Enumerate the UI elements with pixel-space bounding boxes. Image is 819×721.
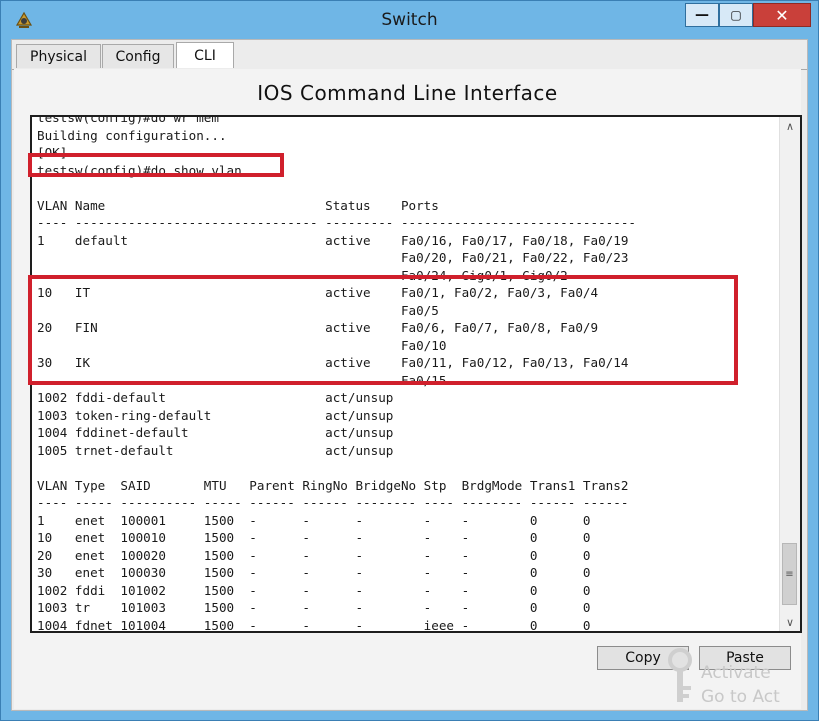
terminal-line: 30 IK active Fa0/11, Fa0/12, Fa0/13, Fa0… xyxy=(37,355,629,370)
activation-watermark: Activate Go to Act xyxy=(701,661,780,709)
terminal-line: 1005 trnet-default act/unsup xyxy=(37,442,394,458)
terminal-line: 1003 tr 101003 1500 - - - - - 0 0 xyxy=(37,600,591,615)
terminal-line: [OK] xyxy=(37,145,68,160)
terminal-line: Building configuration... xyxy=(37,127,227,143)
terminal-line: VLAN Name Status Ports xyxy=(37,197,439,213)
terminal-line: 20 FIN active Fa0/6, Fa0/7, Fa0/8, Fa0/9 xyxy=(37,320,599,335)
terminal-line: 10 IT active Fa0/1, Fa0/2, Fa0/3, Fa0/4 xyxy=(37,285,599,300)
terminal-console[interactable]: testsw(config)#do wr mem Building configu… xyxy=(30,115,802,633)
terminal-line: Fa0/20, Fa0/21, Fa0/22, Fa0/23 xyxy=(37,250,629,265)
terminal-line: Fa0/15 xyxy=(37,372,447,388)
watermark-line-1: Activate xyxy=(701,663,771,683)
terminal-line: ---- ----- ---------- ----- ------ -----… xyxy=(37,495,629,510)
terminal-line: 1004 fdnet 101004 1500 - - - ieee - 0 0 xyxy=(37,617,591,633)
watermark-line-2: Go to Act xyxy=(701,687,780,707)
switch-window: Switch — ▢ ✕ Physical Config CLI IOS Com… xyxy=(0,0,819,721)
terminal-scrollbar[interactable]: ∧ ≡ ∨ xyxy=(779,117,800,631)
terminal-line: ---- -------------------------------- --… xyxy=(37,215,636,230)
title-bar[interactable]: Switch — ▢ ✕ xyxy=(1,1,818,39)
minimize-button[interactable]: — xyxy=(685,3,719,27)
terminal-line: 1 default active Fa0/16, Fa0/17, Fa0/18,… xyxy=(37,232,629,248)
terminal-line: 1004 fddinet-default act/unsup xyxy=(37,425,394,440)
chevron-up-icon[interactable]: ∧ xyxy=(780,117,800,135)
close-button[interactable]: ✕ xyxy=(753,3,811,27)
terminal-line: 1002 fddi 101002 1500 - - - - - 0 0 xyxy=(37,582,591,598)
cli-panel: IOS Command Line Interface testsw(config… xyxy=(14,69,802,709)
tab-physical[interactable]: Physical xyxy=(16,44,101,68)
terminal-output[interactable]: testsw(config)#do wr mem Building configu… xyxy=(37,115,636,633)
terminal-line: testsw(config)#do wr mem xyxy=(37,115,219,125)
maximize-button[interactable]: ▢ xyxy=(719,3,753,27)
terminal-line: 1002 fddi-default act/unsup xyxy=(37,390,394,405)
chevron-down-icon[interactable]: ∨ xyxy=(780,613,800,631)
terminal-line: VLAN Type SAID MTU Parent RingNo BridgeN… xyxy=(37,477,629,493)
tab-config[interactable]: Config xyxy=(102,44,174,68)
scroll-thumb[interactable]: ≡ xyxy=(782,543,797,605)
cli-heading: IOS Command Line Interface xyxy=(257,81,558,105)
terminal-line: testsw(config)#do show vlan xyxy=(37,162,242,178)
key-icon xyxy=(668,648,692,702)
window-client-area: Physical Config CLI IOS Command Line Int… xyxy=(11,39,808,711)
terminal-line: 10 enet 100010 1500 - - - - - 0 0 xyxy=(37,530,591,545)
terminal-line: Fa0/10 xyxy=(37,337,447,353)
terminal-line: Fa0/24, Gig0/1, Gig0/2 xyxy=(37,267,568,283)
terminal-line: Fa0/5 xyxy=(37,302,439,318)
terminal-line: 1 enet 100001 1500 - - - - - 0 0 xyxy=(37,512,591,528)
terminal-line: 1003 token-ring-default act/unsup xyxy=(37,407,394,423)
terminal-line: 30 enet 100030 1500 - - - - - 0 0 xyxy=(37,565,591,580)
tab-cli[interactable]: CLI xyxy=(176,42,234,68)
terminal-line: 20 enet 100020 1500 - - - - - 0 0 xyxy=(37,547,591,563)
